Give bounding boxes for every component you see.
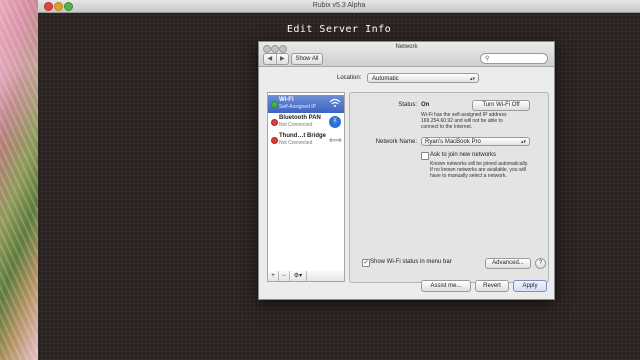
service-list: Wi-Fi Self-Assigned IP Bluetooth PAN Not…: [267, 92, 345, 273]
network-preferences-window: Network ◀ ▶ Show All ⚲ Location: Automat…: [258, 41, 555, 300]
status-description: Wi-Fi has the self-assigned IP address 1…: [421, 112, 507, 130]
search-icon: ⚲: [485, 56, 490, 62]
apply-button[interactable]: Apply: [513, 280, 547, 292]
service-name: Bluetooth PAN: [279, 115, 321, 121]
page-heading: Edit Server Info: [286, 24, 392, 35]
desktop-wallpaper: [0, 0, 38, 360]
thunderbolt-bridge-icon: ⟺: [329, 135, 342, 145]
search-input[interactable]: ⚲: [480, 53, 548, 64]
network-name-value: Ryan's MacBook Pro: [425, 139, 481, 145]
select-arrows-icon: ▴▾: [520, 139, 526, 145]
status-dot-icon: [271, 137, 278, 144]
add-service-button[interactable]: +: [268, 271, 279, 281]
service-item-wifi[interactable]: Wi-Fi Self-Assigned IP: [268, 95, 344, 113]
service-status: Not Connected: [279, 122, 313, 128]
assist-me-button[interactable]: Assist me...: [421, 280, 471, 292]
service-status: Not Connected: [279, 140, 313, 146]
network-name-label: Network Name:: [375, 139, 417, 145]
back-arrow-icon[interactable]: ◀: [264, 54, 276, 64]
bluetooth-icon: ᛡ: [329, 116, 341, 128]
status-dot-icon: [271, 101, 278, 108]
network-name-select[interactable]: Ryan's MacBook Pro ▴▾: [421, 137, 530, 146]
service-name: Wi-Fi: [279, 97, 294, 103]
show-all-button[interactable]: Show All: [291, 53, 323, 65]
location-value: Automatic: [372, 76, 399, 82]
remove-service-button[interactable]: −: [279, 271, 290, 281]
service-item-thunderbolt-bridge[interactable]: Thund…t Bridge Not Connected ⟺: [268, 131, 344, 149]
network-window-title: Network: [395, 44, 418, 50]
service-item-bluetooth-pan[interactable]: Bluetooth PAN Not Connected ᛡ: [268, 113, 344, 131]
ask-join-checkbox[interactable]: [421, 152, 429, 160]
location-label: Location:: [337, 75, 362, 81]
network-titlebar: Network ◀ ▶ Show All ⚲: [259, 42, 554, 67]
service-name: Thund…t Bridge: [279, 133, 326, 139]
app-titlebar: Rubix v5.3 Alpha: [38, 0, 640, 13]
gear-icon[interactable]: ⚙▾: [290, 271, 307, 281]
detail-pane: Status: On Turn Wi-Fi Off Wi-Fi has the …: [349, 92, 549, 283]
select-arrows-icon: ▴▾: [469, 76, 475, 82]
wifi-icon: [329, 98, 341, 110]
ask-join-label: Ask to join new networks: [430, 152, 497, 158]
turn-wifi-off-button[interactable]: Turn Wi-Fi Off: [472, 100, 530, 111]
ask-join-description: Known networks will be joined automatica…: [430, 161, 529, 179]
show-status-label: Show Wi-Fi status in menu bar: [370, 259, 452, 265]
service-list-footer: + − ⚙▾: [267, 271, 345, 282]
nav-buttons: ◀ ▶: [263, 53, 289, 65]
service-status: Self-Assigned IP: [279, 104, 316, 110]
advanced-button[interactable]: Advanced...: [485, 258, 531, 269]
help-button[interactable]: ?: [535, 258, 546, 269]
status-dot-icon: [271, 119, 278, 126]
status-label: Status:: [398, 102, 417, 108]
forward-arrow-icon[interactable]: ▶: [275, 54, 289, 64]
status-value: On: [421, 102, 430, 108]
app-window-title: Rubix v5.3 Alpha: [312, 2, 366, 9]
show-status-checkbox[interactable]: ✓: [362, 259, 370, 267]
location-select[interactable]: Automatic ▴▾: [367, 73, 479, 83]
revert-button[interactable]: Revert: [475, 280, 509, 292]
